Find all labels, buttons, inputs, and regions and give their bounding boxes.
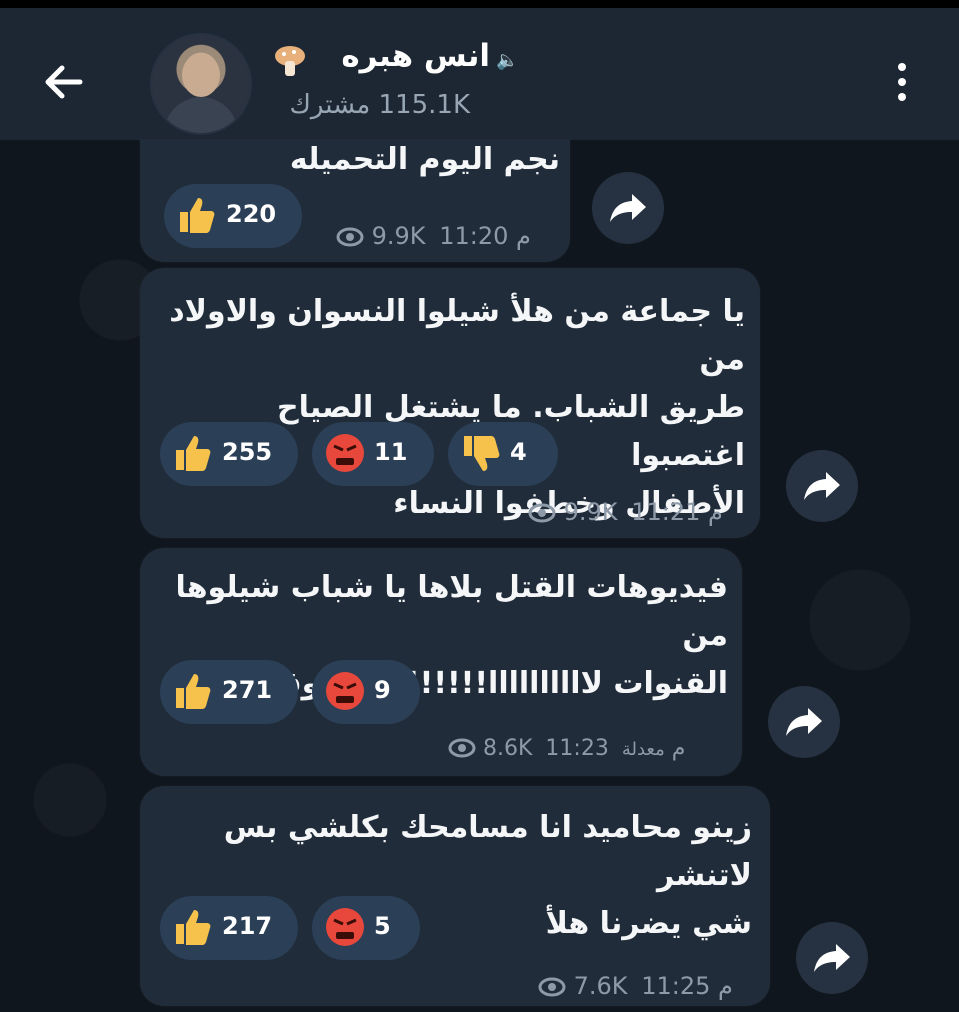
- reaction-angry[interactable]: 11: [312, 422, 434, 486]
- reaction-count: 217: [222, 912, 273, 940]
- reaction-thumbs-up[interactable]: 220: [164, 184, 302, 248]
- avatar-body: [164, 97, 238, 133]
- message-text: نجم اليوم التحميله: [289, 142, 560, 177]
- message-meta: 9.9K 11:21 م: [528, 498, 723, 532]
- reaction-thumbs-up[interactable]: 271: [160, 660, 298, 724]
- message-line: فيديوهات القتل بلاها يا شباب شيلوها من: [175, 570, 728, 653]
- reaction-count: 11: [374, 438, 408, 466]
- reaction-count: 220: [226, 200, 277, 228]
- reaction-thumbs-up[interactable]: 217: [160, 896, 298, 960]
- message-time: 11:25 م: [641, 972, 733, 1000]
- message-time: 11:20 م: [439, 222, 531, 250]
- thumbs-down-icon: [460, 432, 502, 474]
- views-eye-icon: [538, 975, 566, 997]
- angry-face-icon: [324, 906, 366, 948]
- view-count: 7.6K: [573, 972, 628, 1000]
- message-bubble[interactable]: زينو محاميد انا مسامحك بكلشي بس لاتنشر ش…: [140, 786, 770, 1006]
- views-eye-icon: [448, 738, 476, 758]
- message-text: يا جماعة من هلأ شيلوا النسوان والاولاد م…: [160, 288, 745, 528]
- mute-icon: 🔈: [496, 50, 519, 71]
- reaction-angry[interactable]: 9: [312, 660, 420, 724]
- angry-face-icon: [324, 670, 366, 712]
- thumbs-up-icon: [172, 670, 214, 712]
- subscriber-count: 115.1K مشترك: [289, 90, 471, 120]
- angry-face-icon: [324, 432, 366, 474]
- view-count: 9.9K: [371, 222, 426, 250]
- reaction-count: 5: [374, 912, 391, 940]
- thumbs-up-icon: [172, 432, 214, 474]
- reaction-count: 4: [510, 438, 527, 466]
- message-line: زينو محاميد انا مسامحك بكلشي بس لاتنشر: [223, 810, 752, 893]
- views-eye-icon: [528, 501, 556, 523]
- share-button[interactable]: [768, 686, 840, 758]
- reaction-count: 255: [222, 438, 273, 466]
- thumbs-up-icon: [176, 194, 218, 236]
- avatar-head: [182, 53, 220, 97]
- message-meta: 7.6K 11:25 م: [538, 972, 733, 1006]
- message-bubble[interactable]: نجم اليوم التحميله 220 9.9K 11:20 م: [140, 140, 570, 262]
- message-time: 11:23 م: [545, 736, 686, 761]
- message-bubble[interactable]: يا جماعة من هلأ شيلوا النسوان والاولاد م…: [140, 268, 760, 538]
- share-button[interactable]: [786, 450, 858, 522]
- edited-label: معدلة: [621, 739, 665, 760]
- views-eye-icon: [336, 225, 364, 247]
- reaction-thumbs-up[interactable]: 255: [160, 422, 298, 486]
- view-count: 8.6K: [483, 736, 533, 761]
- reaction-thumbs-down[interactable]: 4: [448, 422, 558, 486]
- reaction-count: 271: [222, 676, 273, 704]
- message-bubble[interactable]: فيديوهات القتل بلاها يا شباب شيلوها من ا…: [140, 548, 742, 776]
- channel-avatar[interactable]: [150, 33, 252, 135]
- back-arrow-icon[interactable]: [36, 54, 92, 110]
- channel-header[interactable]: انس هبره 🔈 115.1K مشترك: [0, 8, 959, 140]
- reaction-count: 9: [374, 676, 391, 704]
- reaction-angry[interactable]: 5: [312, 896, 420, 960]
- thumbs-up-icon: [172, 906, 214, 948]
- message-meta: 9.9K 11:20 م: [336, 222, 531, 256]
- status-strip: [0, 0, 959, 8]
- message-line: يا جماعة من هلأ شيلوا النسوان والاولاد م…: [169, 294, 745, 377]
- view-count: 9.9K: [563, 498, 618, 526]
- share-button[interactable]: [592, 172, 664, 244]
- message-time: 11:21 م: [631, 498, 723, 526]
- channel-name[interactable]: انس هبره: [270, 38, 490, 80]
- more-menu-icon[interactable]: [888, 58, 918, 106]
- share-button[interactable]: [796, 922, 868, 994]
- message-meta: 8.6K 11:23 م معدلة: [448, 736, 685, 770]
